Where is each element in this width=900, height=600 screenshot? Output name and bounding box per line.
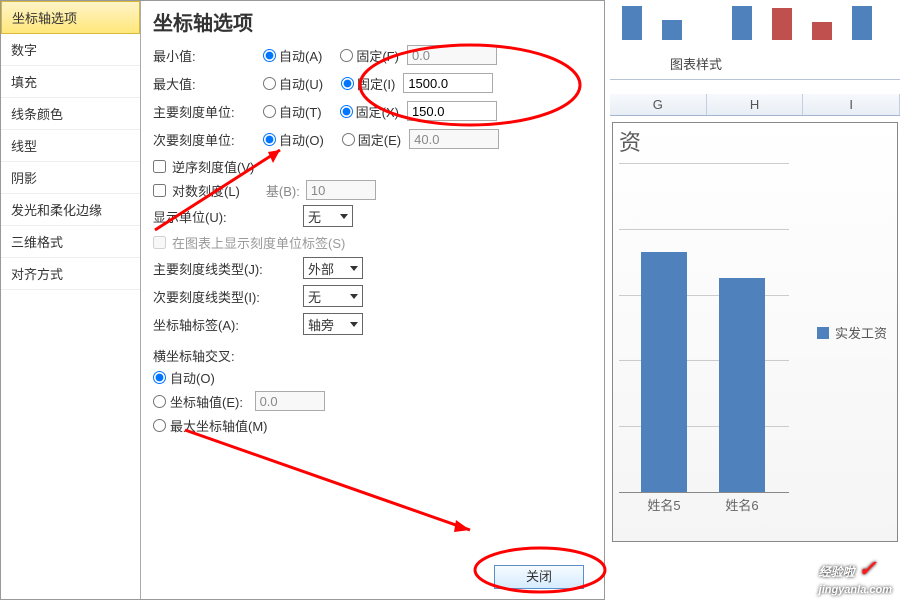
thumb-bar [812, 22, 832, 40]
major-tick-select[interactable]: 外部 [303, 257, 363, 279]
axis-options-dialog: 坐标轴选项 数字 填充 线条颜色 线型 阴影 发光和柔化边缘 三维格式 对齐方式… [0, 0, 605, 600]
major-label: 主要刻度单位: [153, 102, 263, 121]
x-category-label: 姓名6 [707, 495, 777, 514]
col-header-g[interactable]: G [610, 94, 707, 115]
check-icon: ✓ [858, 556, 876, 581]
sidebar-item-line-style[interactable]: 线型 [1, 130, 140, 162]
major-auto-radio[interactable]: 自动(T) [263, 102, 322, 121]
thumb-bar [662, 20, 682, 40]
legend-label: 实发工资 [835, 323, 887, 342]
cross-auto-label: 自动(O) [170, 368, 215, 387]
display-unit-select[interactable]: 无 [303, 205, 353, 227]
dialog-sidebar: 坐标轴选项 数字 填充 线条颜色 线型 阴影 发光和柔化边缘 三维格式 对齐方式 [1, 1, 141, 599]
min-value-input[interactable] [407, 45, 497, 65]
watermark: 经验啦 ✓ jingyanla.com [819, 556, 892, 596]
chart-title: 资 [619, 125, 641, 157]
min-fixed-radio[interactable]: 固定(F) [340, 46, 399, 65]
logscale-checkbox[interactable] [153, 184, 166, 197]
ribbon-chart-thumbs [610, 0, 900, 40]
chart-bar[interactable] [719, 278, 765, 492]
logbase-label: 基(B): [266, 181, 300, 200]
minor-auto-radio[interactable]: 自动(O) [263, 130, 324, 149]
max-fixed-radio[interactable]: 固定(I) [341, 74, 395, 93]
display-unit-label: 显示单位(U): [153, 207, 303, 226]
thumb-bar [732, 6, 752, 40]
max-auto-radio[interactable]: 自动(U) [263, 74, 323, 93]
close-button[interactable]: 关闭 [494, 565, 584, 589]
minor-label: 次要刻度单位: [153, 130, 263, 149]
cross-value-radio[interactable] [153, 395, 166, 408]
sidebar-item-shadow[interactable]: 阴影 [1, 162, 140, 194]
panel-title: 坐标轴选项 [153, 7, 592, 36]
show-unit-label-text: 在图表上显示刻度单位标签(S) [172, 233, 345, 252]
chart-bar[interactable] [641, 252, 687, 492]
cross-auto-radio[interactable] [153, 371, 166, 384]
minor-tick-select[interactable]: 无 [303, 285, 363, 307]
cross-max-label: 最大坐标轴值(M) [170, 416, 268, 435]
major-value-input[interactable] [407, 101, 497, 121]
minor-tick-label: 次要刻度线类型(I): [153, 287, 303, 306]
col-header-i[interactable]: I [803, 94, 900, 115]
legend-swatch-icon [817, 327, 829, 339]
cross-value-label: 坐标轴值(E): [170, 392, 243, 411]
axis-label-label: 坐标轴标签(A): [153, 315, 303, 334]
sidebar-item-number[interactable]: 数字 [1, 34, 140, 66]
chart-plot-area: 姓名5 姓名6 [619, 163, 789, 493]
chart-style-label: 图表样式 [610, 40, 900, 80]
min-auto-radio[interactable]: 自动(A) [263, 46, 322, 65]
sidebar-item-3d[interactable]: 三维格式 [1, 226, 140, 258]
sidebar-item-axis-options[interactable]: 坐标轴选项 [1, 1, 140, 34]
dialog-main: 坐标轴选项 最小值: 自动(A) 固定(F) 最大值: 自动(U) 固定(I) … [141, 1, 604, 599]
chart-legend[interactable]: 实发工资 [817, 323, 887, 342]
cross-title: 横坐标轴交叉: [153, 346, 592, 365]
sidebar-item-fill[interactable]: 填充 [1, 66, 140, 98]
major-tick-label: 主要刻度线类型(J): [153, 259, 303, 278]
min-label: 最小值: [153, 46, 263, 65]
col-header-h[interactable]: H [707, 94, 804, 115]
spreadsheet-area: 图表样式 G H I 资 姓名5 姓名6 实发工资 [610, 0, 900, 600]
reverse-checkbox[interactable] [153, 160, 166, 173]
sidebar-item-glow[interactable]: 发光和柔化边缘 [1, 194, 140, 226]
thumb-bar [622, 6, 642, 40]
thumb-bar [772, 8, 792, 40]
sidebar-item-line-color[interactable]: 线条颜色 [1, 98, 140, 130]
cross-max-radio[interactable] [153, 419, 166, 432]
cross-value-input[interactable] [255, 391, 325, 411]
thumb-bar [852, 6, 872, 40]
x-category-label: 姓名5 [629, 495, 699, 514]
max-label: 最大值: [153, 74, 263, 93]
major-fixed-radio[interactable]: 固定(X) [340, 102, 399, 121]
logbase-input[interactable] [306, 180, 376, 200]
sidebar-item-align[interactable]: 对齐方式 [1, 258, 140, 290]
minor-fixed-radio[interactable]: 固定(E) [342, 130, 401, 149]
embedded-chart[interactable]: 资 姓名5 姓名6 实发工资 [612, 122, 898, 542]
max-value-input[interactable] [403, 73, 493, 93]
logscale-label: 对数刻度(L) [172, 181, 240, 200]
axis-label-select[interactable]: 轴旁 [303, 313, 363, 335]
show-unit-label-checkbox [153, 236, 166, 249]
reverse-label: 逆序刻度值(V) [172, 157, 254, 176]
minor-value-input[interactable] [409, 129, 499, 149]
column-headers: G H I [610, 94, 900, 116]
